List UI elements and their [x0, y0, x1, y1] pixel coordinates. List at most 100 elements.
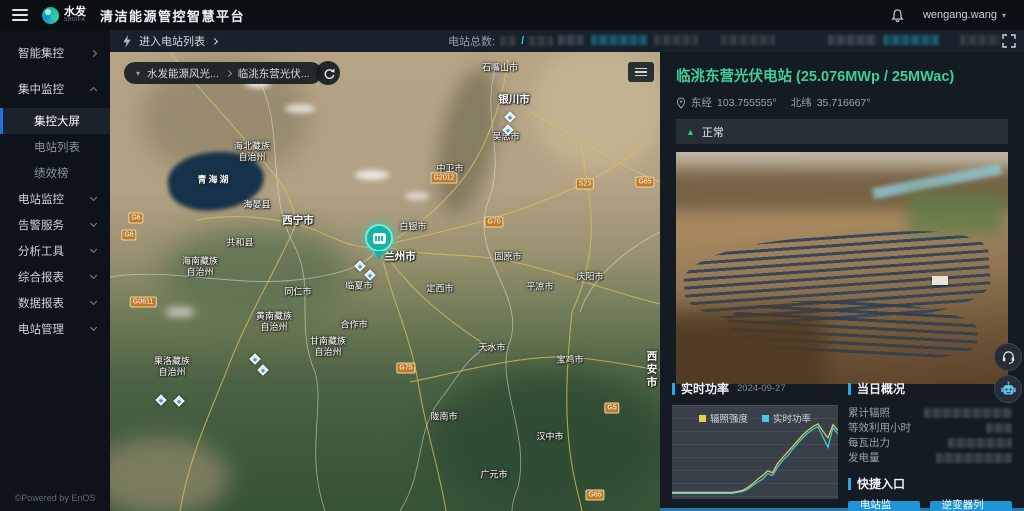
- chart-legend: 辐照强度 实时功率: [672, 411, 838, 425]
- redacted-value: [986, 423, 1012, 433]
- overview-row: 等效利用小时: [848, 420, 1012, 435]
- redacted-value: [883, 35, 939, 45]
- station-total: 电站总数: /: [448, 30, 553, 52]
- realtime-power-header: 实时功率 2024-09-27: [672, 380, 838, 397]
- road-badge: G65: [635, 177, 654, 188]
- daily-overview-header: 当日概况: [848, 380, 1012, 397]
- selected-station-pin[interactable]: [365, 224, 393, 264]
- refresh-icon: [322, 67, 335, 80]
- city-label: 天水市: [478, 342, 505, 353]
- road-badge: G2012: [430, 173, 457, 184]
- panel-bottom: 实时功率 2024-09-27 辐照强度 实时功率 当日概况 累: [660, 380, 1024, 511]
- sidebar-item-station-list[interactable]: 电站列表: [0, 134, 110, 160]
- sidebar-item-comprehensive-reports[interactable]: 综合报表: [0, 264, 110, 290]
- chatbot-fab[interactable]: [994, 375, 1022, 403]
- notifications-bell-icon[interactable]: [890, 8, 905, 23]
- chevron-down-icon: [90, 246, 97, 253]
- chevron-down-icon: [90, 298, 97, 305]
- station-title: 临洮东营光伏电站 (25.076MWp / 25MWac): [676, 65, 1008, 86]
- menu-toggle-icon[interactable]: [12, 6, 28, 24]
- realtime-power-chart: 辐照强度 实时功率: [672, 405, 838, 499]
- city-label: 白银市: [399, 221, 426, 232]
- city-label: 甘南藏族 自治州: [310, 336, 346, 359]
- fullscreen-icon[interactable]: [1002, 34, 1016, 48]
- chevron-down-icon: ▾: [1002, 11, 1006, 20]
- map-legend-toggle[interactable]: [628, 62, 654, 82]
- sidebar-item-central-monitoring[interactable]: 集中监控: [0, 76, 110, 102]
- road-badge: G70: [484, 217, 503, 228]
- powered-by: ©Powered by EnOS: [0, 493, 110, 503]
- map-refresh-button[interactable]: [316, 61, 340, 85]
- logo-subtext: SHUIFA: [64, 18, 86, 23]
- road-badge: G5: [604, 403, 619, 414]
- logo-mark-icon: [42, 7, 59, 24]
- city-label: 同仁市: [284, 286, 311, 297]
- chevron-down-icon: [90, 272, 97, 279]
- photo-building: [932, 276, 948, 285]
- username: wengang.wang: [923, 9, 997, 21]
- station-coordinates: 东经 103.755555° 北纬 35.716667°: [676, 95, 1008, 110]
- redacted-value: [948, 438, 1012, 448]
- station-panel: 临洮东营光伏电站 (25.076MWp / 25MWac) 东经 103.755…: [660, 52, 1024, 511]
- road-badge: G75: [396, 363, 415, 374]
- city-label: 石嘴山市: [482, 62, 518, 73]
- redacted-value: [500, 36, 516, 46]
- city-label: 西宁市: [282, 214, 314, 227]
- photo-fields: [908, 192, 1003, 234]
- chevron-right-icon: [225, 69, 232, 76]
- app-root: 水发 SHUIFA 清洁能源管控智慧平台 wengang.wang ▾ 智能集控…: [0, 0, 1024, 511]
- city-label: 庆阳市: [576, 271, 603, 282]
- chevron-down-icon: [90, 324, 97, 331]
- redacted-value: [558, 35, 584, 45]
- daily-overview-rows: 累计辐照 等效利用小时 每瓦出力 发电量: [848, 405, 1012, 465]
- chevron-down-icon: [90, 194, 97, 201]
- sidebar: 智能集控 集中监控 集控大屏 电站列表 绩效榜 电站监控 告警服务 分析工具 综…: [0, 30, 110, 511]
- station-monitoring-button[interactable]: 电站监控 →: [848, 501, 920, 511]
- sidebar-item-analysis-tools[interactable]: 分析工具: [0, 238, 110, 264]
- sidebar-item-control-big-screen[interactable]: 集控大屏: [0, 108, 110, 134]
- city-label: 银川市: [498, 93, 530, 106]
- city-label: 平凉市: [526, 281, 553, 292]
- road-badge: G6: [128, 213, 143, 224]
- city-label: 固原市: [494, 251, 521, 262]
- breadcrumb-level2[interactable]: 临洮东营光伏...: [238, 66, 310, 81]
- top-toolbar: 进入电站列表 电站总数: /: [110, 30, 1024, 52]
- redacted-value: [591, 35, 647, 45]
- road-badge: G65: [585, 490, 604, 501]
- city-label: 共和县: [226, 237, 253, 248]
- sidebar-item-alarm-service[interactable]: 告警服务: [0, 212, 110, 238]
- support-fab[interactable]: [994, 343, 1022, 371]
- robot-icon: [1000, 381, 1017, 397]
- sidebar-item-performance-board[interactable]: 绩效榜: [0, 160, 110, 186]
- shuifa-logo: 水发 SHUIFA: [42, 7, 86, 24]
- lake-label: 青海湖: [197, 174, 230, 185]
- status-badge: ▲ 正常: [676, 119, 1008, 144]
- map-breadcrumb[interactable]: ▾ 水发能源风光... 临洮东营光伏...: [124, 62, 322, 84]
- sidebar-item-data-reports[interactable]: 数据报表: [0, 290, 110, 316]
- enter-station-list-button[interactable]: 进入电站列表: [122, 30, 217, 52]
- breadcrumb-level1[interactable]: 水发能源风光...: [147, 66, 219, 81]
- pin-body: [365, 224, 393, 252]
- sidebar-item-station-monitoring[interactable]: 电站监控: [0, 186, 110, 212]
- map-canvas[interactable]: 石嘴山市 银川市 吴忠市 中卫市 白银市 兰州市 临夏市 定西市 西宁市 海晏县…: [110, 52, 660, 511]
- photo-foreground-hill: [676, 312, 826, 384]
- city-label: 海北藏族 自治州: [234, 141, 270, 164]
- toolbar-stats-group-2: [828, 35, 1000, 45]
- city-label: 合作市: [340, 319, 367, 330]
- sidebar-item-station-management[interactable]: 电站管理: [0, 316, 110, 342]
- user-menu[interactable]: wengang.wang ▾: [923, 9, 1006, 21]
- city-label: 西安市: [647, 350, 658, 389]
- redacted-value: [924, 408, 1012, 418]
- toolbar-stats-group-1: [558, 35, 775, 45]
- status-triangle-icon: ▲: [686, 127, 695, 137]
- redacted-value: [654, 35, 698, 45]
- chevron-down-icon: [90, 220, 97, 227]
- road-badge: G0611: [130, 297, 157, 308]
- chevron-down-icon: ▾: [136, 69, 140, 78]
- inverter-list-button[interactable]: 逆变器列表 →: [930, 501, 1012, 511]
- city-label: 陇南市: [430, 411, 457, 422]
- overview-row: 发电量: [848, 450, 1012, 465]
- city-label: 黄南藏族 自治州: [256, 311, 292, 334]
- realtime-date: 2024-09-27: [737, 383, 786, 394]
- sidebar-item-smart-control[interactable]: 智能集控: [0, 40, 110, 66]
